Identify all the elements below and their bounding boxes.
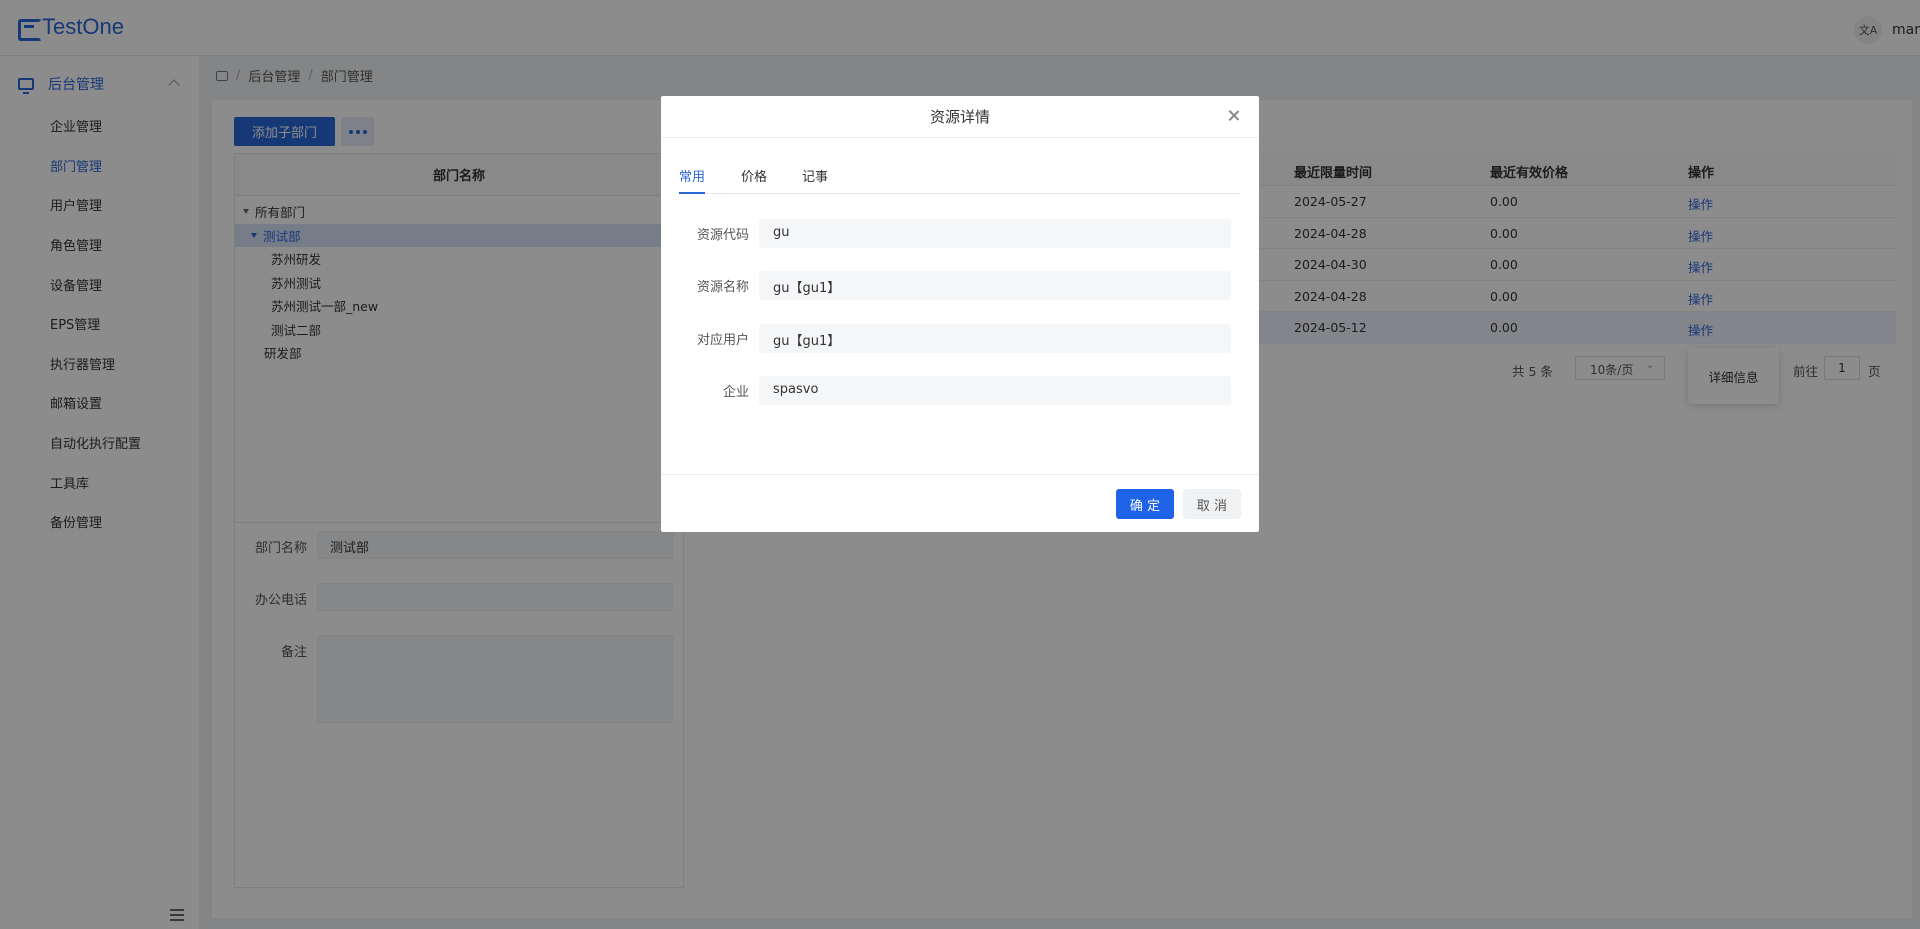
- field-resource-name: 资源名称 gu【gu1】: [661, 271, 1231, 300]
- tab-active-indicator: [679, 192, 705, 194]
- tab-common[interactable]: 常用: [679, 166, 705, 185]
- user-input[interactable]: gu【gu1】: [759, 324, 1231, 353]
- field-user: 对应用户 gu【gu1】: [661, 324, 1231, 353]
- resource-code-input[interactable]: gu: [759, 219, 1231, 248]
- field-label: 资源代码: [696, 228, 749, 243]
- confirm-button[interactable]: 确 定: [1116, 489, 1174, 519]
- field-label: 资源名称: [696, 280, 749, 295]
- dialog-tabs: 常用 价格 记事: [679, 156, 1241, 194]
- tab-price[interactable]: 价格: [741, 166, 767, 185]
- dialog-footer: 确 定 取 消: [661, 474, 1259, 532]
- field-label: 企业: [722, 385, 749, 400]
- enterprise-input[interactable]: spasvo: [759, 376, 1231, 405]
- cancel-button[interactable]: 取 消: [1183, 489, 1241, 519]
- field-enterprise: 企业 spasvo: [661, 376, 1231, 405]
- field-resource-code: 资源代码 gu: [661, 219, 1231, 248]
- resource-name-input[interactable]: gu【gu1】: [759, 271, 1231, 300]
- field-label: 对应用户: [696, 333, 749, 348]
- resource-detail-dialog: 资源详情 常用 价格 记事 资源代码 gu 资源名称 gu【gu1】 对应用户 …: [661, 96, 1259, 532]
- dialog-title: 资源详情: [661, 96, 1259, 138]
- tab-notes[interactable]: 记事: [802, 166, 828, 185]
- close-icon[interactable]: [1227, 109, 1241, 123]
